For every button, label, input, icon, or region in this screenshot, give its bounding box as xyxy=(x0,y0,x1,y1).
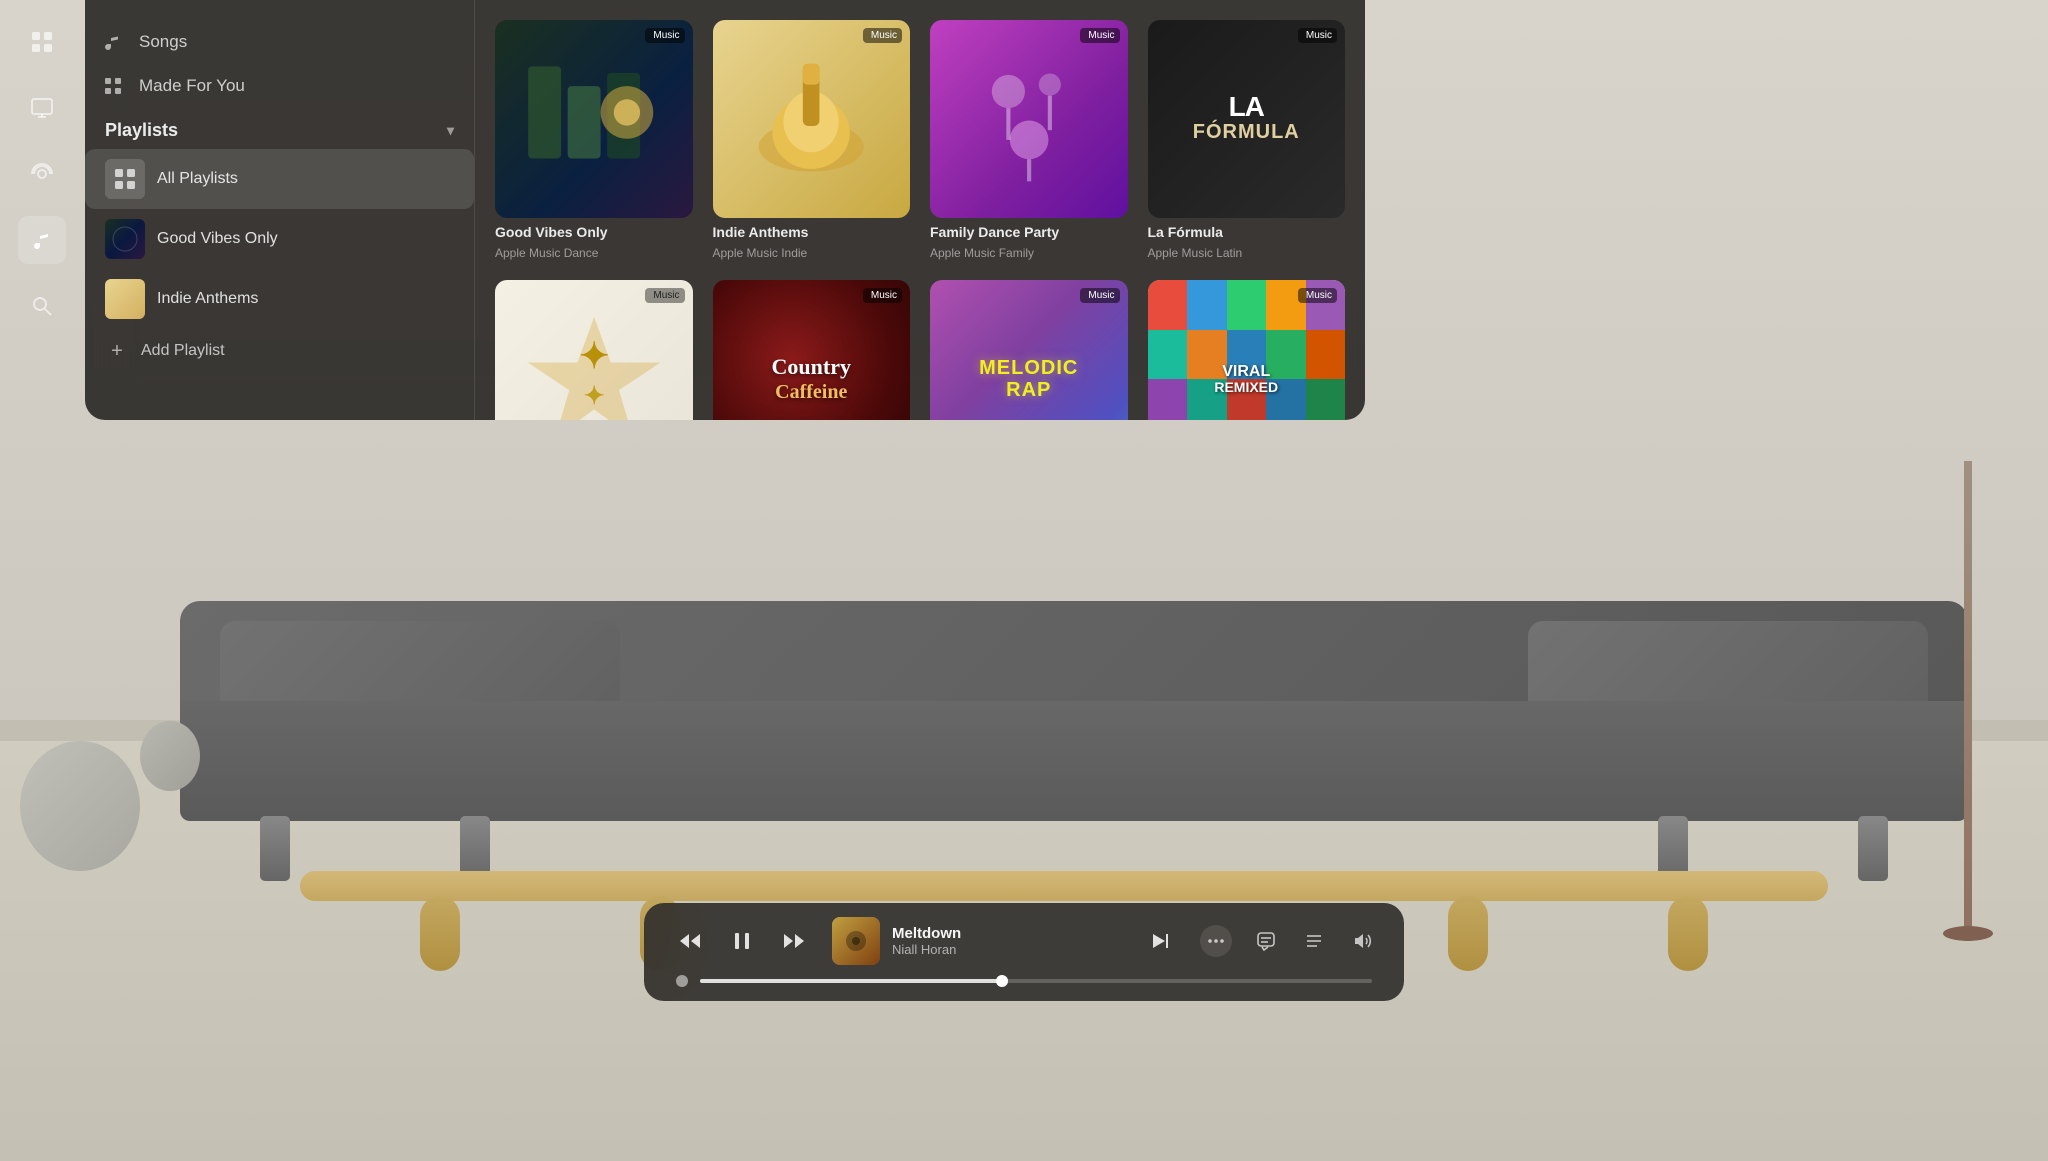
sidebar-item-all-playlists[interactable]: All Playlists xyxy=(85,149,474,209)
rewind-button[interactable] xyxy=(668,919,712,963)
now-playing-artwork xyxy=(832,917,880,965)
viral-remixed-artwork: VIRAL REMIXED Music xyxy=(1148,280,1346,420)
sidebar-item-indie-anthems[interactable]: Indie Anthems xyxy=(85,269,474,329)
la-formula-badge: Music xyxy=(1298,28,1337,43)
good-vibes-title: Good Vibes Only xyxy=(495,224,693,241)
all-playlists-icon xyxy=(105,159,145,199)
songs-icon xyxy=(101,30,125,54)
good-vibes-label: Good Vibes Only xyxy=(157,230,278,248)
la-formula-subtitle: Apple Music Latin xyxy=(1148,246,1346,260)
la-formula-artwork: LA FÓRMULA Music xyxy=(1148,20,1346,218)
progress-bar-row xyxy=(668,975,1380,987)
family-dance-artwork: Music xyxy=(930,20,1128,218)
nav-icon-airplay[interactable] xyxy=(18,150,66,198)
playlist-card-indie-anthems[interactable]: Music Indie Anthems Apple Music Indie xyxy=(713,20,911,260)
track-title: Meltdown xyxy=(892,925,1124,942)
now-playing-info: Meltdown Niall Horan xyxy=(832,917,1124,965)
family-dance-title: Family Dance Party xyxy=(930,224,1128,241)
la-formula-title: La Fórmula xyxy=(1148,224,1346,241)
all-playlists-label: All Playlists xyxy=(157,170,238,188)
skip-next-button[interactable] xyxy=(1140,919,1184,963)
svg-text:✦: ✦ xyxy=(579,335,609,376)
caffeine-badge: Music xyxy=(863,288,902,303)
app-panel: Songs Made For You Playlists ▾ All Playl… xyxy=(85,0,1365,420)
more-options-button[interactable] xyxy=(1200,925,1232,957)
good-vibes-badge: Music xyxy=(645,28,684,43)
progress-indicator xyxy=(676,975,688,987)
good-vibes-subtitle: Apple Music Dance xyxy=(495,246,693,260)
melodic-rap-artwork: MELODICRAP Music xyxy=(930,280,1128,420)
left-navigation xyxy=(10,10,74,338)
add-playlist-icon: + xyxy=(105,339,129,363)
playlist-card-la-formula[interactable]: LA FÓRMULA Music La Fórmula Apple Music … xyxy=(1148,20,1346,260)
decorative-objects xyxy=(0,671,200,871)
progress-handle[interactable] xyxy=(996,975,1008,987)
viral-remixed-badge: Music xyxy=(1298,288,1337,303)
caffeine-country-artwork: CountryCaffeine Music xyxy=(713,280,911,420)
indie-anthems-label: Indie Anthems xyxy=(157,290,258,308)
playlist-card-family-dance[interactable]: Music Family Dance Party Apple Music Fam… xyxy=(930,20,1128,260)
playlist-card-melodic-rap[interactable]: MELODICRAP Music Melodic Rap Apple Music… xyxy=(930,280,1128,420)
playlist-grid: Music Good Vibes Only Apple Music Dance xyxy=(475,0,1365,420)
solid-gold-artwork: ✦ ✦ Music xyxy=(495,280,693,420)
now-playing-text: Meltdown Niall Horan xyxy=(892,925,1124,957)
sidebar-item-made-for-you[interactable]: Made For You xyxy=(85,64,474,108)
playlist-card-caffeine-country[interactable]: CountryCaffeine Music Caffeine Country A… xyxy=(713,280,911,420)
sidebar-item-good-vibes[interactable]: Good Vibes Only xyxy=(85,209,474,269)
playlists-title: Playlists xyxy=(105,120,178,141)
playlist-card-solid-gold[interactable]: ✦ ✦ Music Solid Gold Hits Apple Music Po… xyxy=(495,280,693,420)
couch xyxy=(180,601,1968,881)
indie-anthems-artwork: Music xyxy=(713,20,911,218)
nav-icon-search[interactable] xyxy=(18,282,66,330)
queue-button[interactable] xyxy=(1296,923,1332,959)
indie-badge: Music xyxy=(863,28,902,43)
sidebar-item-songs[interactable]: Songs xyxy=(85,20,474,64)
solid-gold-badge: Music xyxy=(645,288,684,303)
playlists-section-header: Playlists ▾ xyxy=(85,108,474,149)
playback-bar: Meltdown Niall Horan xyxy=(644,903,1404,1001)
sidebar: Songs Made For You Playlists ▾ All Playl… xyxy=(85,0,475,420)
progress-track[interactable] xyxy=(700,979,1372,983)
good-vibes-thumb xyxy=(105,219,145,259)
made-for-you-label: Made For You xyxy=(139,76,245,96)
family-dance-badge: Music xyxy=(1080,28,1119,43)
nav-icon-grid[interactable] xyxy=(18,18,66,66)
melodic-rap-badge: Music xyxy=(1080,288,1119,303)
made-for-you-icon xyxy=(101,74,125,98)
playlist-card-good-vibes[interactable]: Music Good Vibes Only Apple Music Dance xyxy=(495,20,693,260)
track-artist: Niall Horan xyxy=(892,942,1124,957)
indie-anthems-title: Indie Anthems xyxy=(713,224,911,241)
extra-controls xyxy=(1248,923,1380,959)
indie-anthems-subtitle: Apple Music Indie xyxy=(713,246,911,260)
volume-button[interactable] xyxy=(1344,923,1380,959)
add-playlist-label: Add Playlist xyxy=(141,342,225,360)
add-playlist-button[interactable]: + Add Playlist xyxy=(85,329,474,373)
playback-controls: Meltdown Niall Horan xyxy=(668,917,1380,965)
playlists-chevron[interactable]: ▾ xyxy=(447,122,454,139)
svg-text:✦: ✦ xyxy=(583,382,604,410)
fast-forward-button[interactable] xyxy=(772,919,816,963)
family-dance-subtitle: Apple Music Family xyxy=(930,246,1128,260)
nav-icon-screen[interactable] xyxy=(18,84,66,132)
floor-lamp xyxy=(1948,421,1988,941)
progress-fill xyxy=(700,979,1002,983)
good-vibes-artwork: Music xyxy=(495,20,693,218)
lyrics-button[interactable] xyxy=(1248,923,1284,959)
songs-label: Songs xyxy=(139,32,187,52)
playlist-card-viral-remixed[interactable]: VIRAL REMIXED Music Viral Remixed Apple … xyxy=(1148,280,1346,420)
indie-anthems-thumb xyxy=(105,279,145,319)
transport-controls xyxy=(668,919,816,963)
pause-button[interactable] xyxy=(720,919,764,963)
nav-icon-music[interactable] xyxy=(18,216,66,264)
